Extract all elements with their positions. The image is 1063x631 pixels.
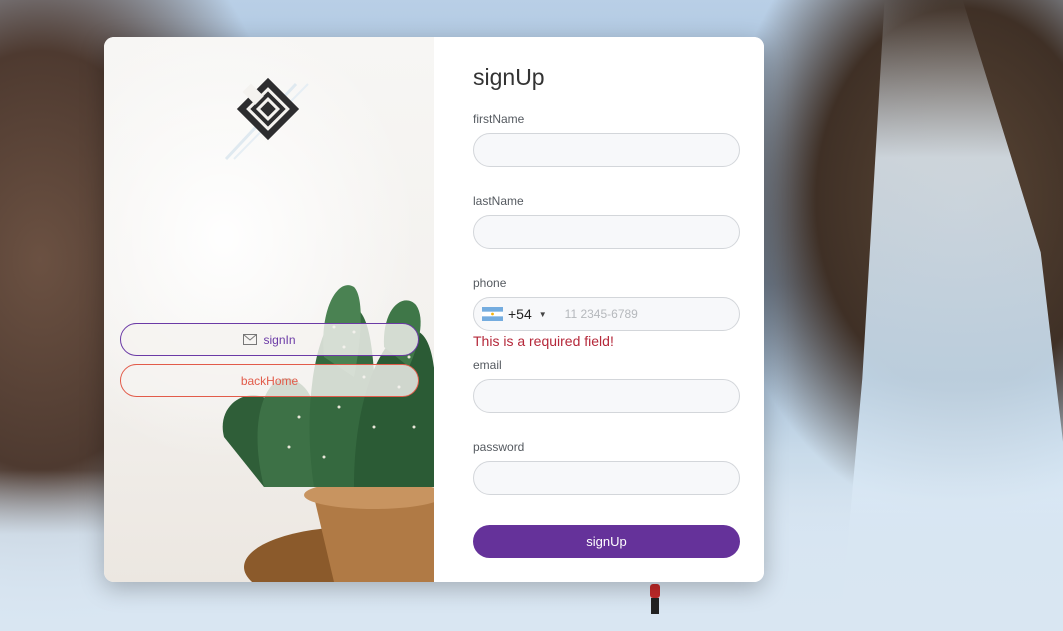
argentina-flag-icon <box>482 307 503 321</box>
mail-icon <box>243 334 258 345</box>
side-panel: signIn backHome <box>104 37 434 582</box>
country-code-selector[interactable]: +54 ▼ <box>474 298 547 330</box>
first-name-input[interactable] <box>473 133 740 167</box>
last-name-input[interactable] <box>473 215 740 249</box>
cactus-photo <box>222 285 434 582</box>
email-input[interactable] <box>473 379 740 413</box>
last-name-label: lastName <box>473 194 524 208</box>
password-label: password <box>473 440 525 454</box>
brand-logo <box>224 77 309 161</box>
back-home-label: backHome <box>240 373 299 388</box>
form-title: signUp <box>473 64 545 90</box>
first-name-label: firstName <box>473 112 525 126</box>
phone-field: +54 ▼ <box>473 297 740 331</box>
phone-input[interactable] <box>564 307 715 321</box>
phone-label: phone <box>473 276 507 290</box>
signin-button[interactable]: signIn <box>120 323 419 356</box>
caret-down-icon: ▼ <box>538 309 547 319</box>
signin-label: signIn <box>263 332 296 347</box>
back-home-button[interactable]: backHome <box>120 364 419 397</box>
background-hiker <box>648 580 662 616</box>
signup-form: signUp firstName lastName phone +54 ▼ Th… <box>434 37 764 582</box>
dial-code: +54 <box>508 306 532 322</box>
signup-submit-button[interactable]: signUp <box>473 525 740 558</box>
email-label: email <box>473 358 502 372</box>
signup-card: signIn backHome signUp firstName lastNam… <box>104 37 764 582</box>
password-input[interactable] <box>473 461 740 495</box>
phone-error-message: This is a required field! <box>473 333 614 349</box>
